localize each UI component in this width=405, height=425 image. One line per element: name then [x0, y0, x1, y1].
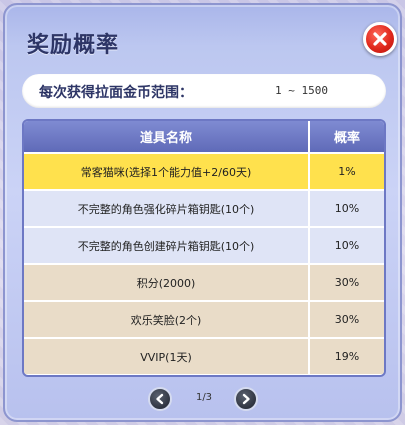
table-row: 常客猫咪(选择1个能力值+2/60天) 1% [24, 152, 384, 189]
item-probability: 1% [338, 165, 356, 178]
item-name: 常客猫咪(选择1个能力值+2/60天) [24, 154, 310, 189]
reward-probability-dialog: 奖励概率 每次获得拉面金币范围： 1 ~ 1500 道具名称 概率 常客猫咪(选… [3, 3, 402, 422]
item-probability: 30% [334, 276, 360, 289]
item-name: 不完整的角色创建碎片箱钥匙(10个) [24, 228, 310, 263]
item-name: VVIP(1天) [24, 339, 310, 374]
table-row: 积分(2000) 30% [24, 263, 384, 300]
table-row: 不完整的角色创建碎片箱钥匙(10个) 10% [24, 226, 384, 263]
coin-range-label: 每次获得拉面金币范围： [39, 85, 193, 101]
close-button[interactable] [363, 22, 397, 56]
coin-range-bar: 每次获得拉面金币范围： 1 ~ 1500 [22, 74, 386, 108]
item-probability: 19% [334, 350, 360, 363]
prev-page-button[interactable] [148, 387, 172, 411]
item-name: 欢乐笑脸(2个) [24, 302, 310, 337]
pagination: 1/3 [5, 385, 404, 413]
table-header: 道具名称 概率 [24, 121, 384, 152]
close-icon [373, 32, 387, 46]
item-probability: 10% [334, 239, 360, 252]
next-page-button[interactable] [234, 387, 258, 411]
table-row: 不完整的角色强化碎片箱钥匙(10个) 10% [24, 189, 384, 226]
header-probability: 概率 [333, 131, 360, 146]
header-item-name: 道具名称 [24, 121, 310, 152]
item-probability: 10% [334, 202, 360, 215]
item-name: 积分(2000) [24, 265, 310, 300]
item-probability: 30% [334, 313, 360, 326]
page-indicator: 1/3 [195, 392, 213, 403]
chevron-right-icon [242, 393, 250, 405]
probability-table: 道具名称 概率 常客猫咪(选择1个能力值+2/60天) 1% 不完整的角色强化碎… [22, 119, 386, 377]
item-name: 不完整的角色强化碎片箱钥匙(10个) [24, 191, 310, 226]
coin-range-value: 1 ~ 1500 [275, 84, 328, 97]
table-row: VVIP(1天) 19% [24, 337, 384, 374]
chevron-left-icon [156, 393, 164, 405]
dialog-title: 奖励概率 [27, 33, 120, 58]
table-row: 欢乐笑脸(2个) 30% [24, 300, 384, 337]
